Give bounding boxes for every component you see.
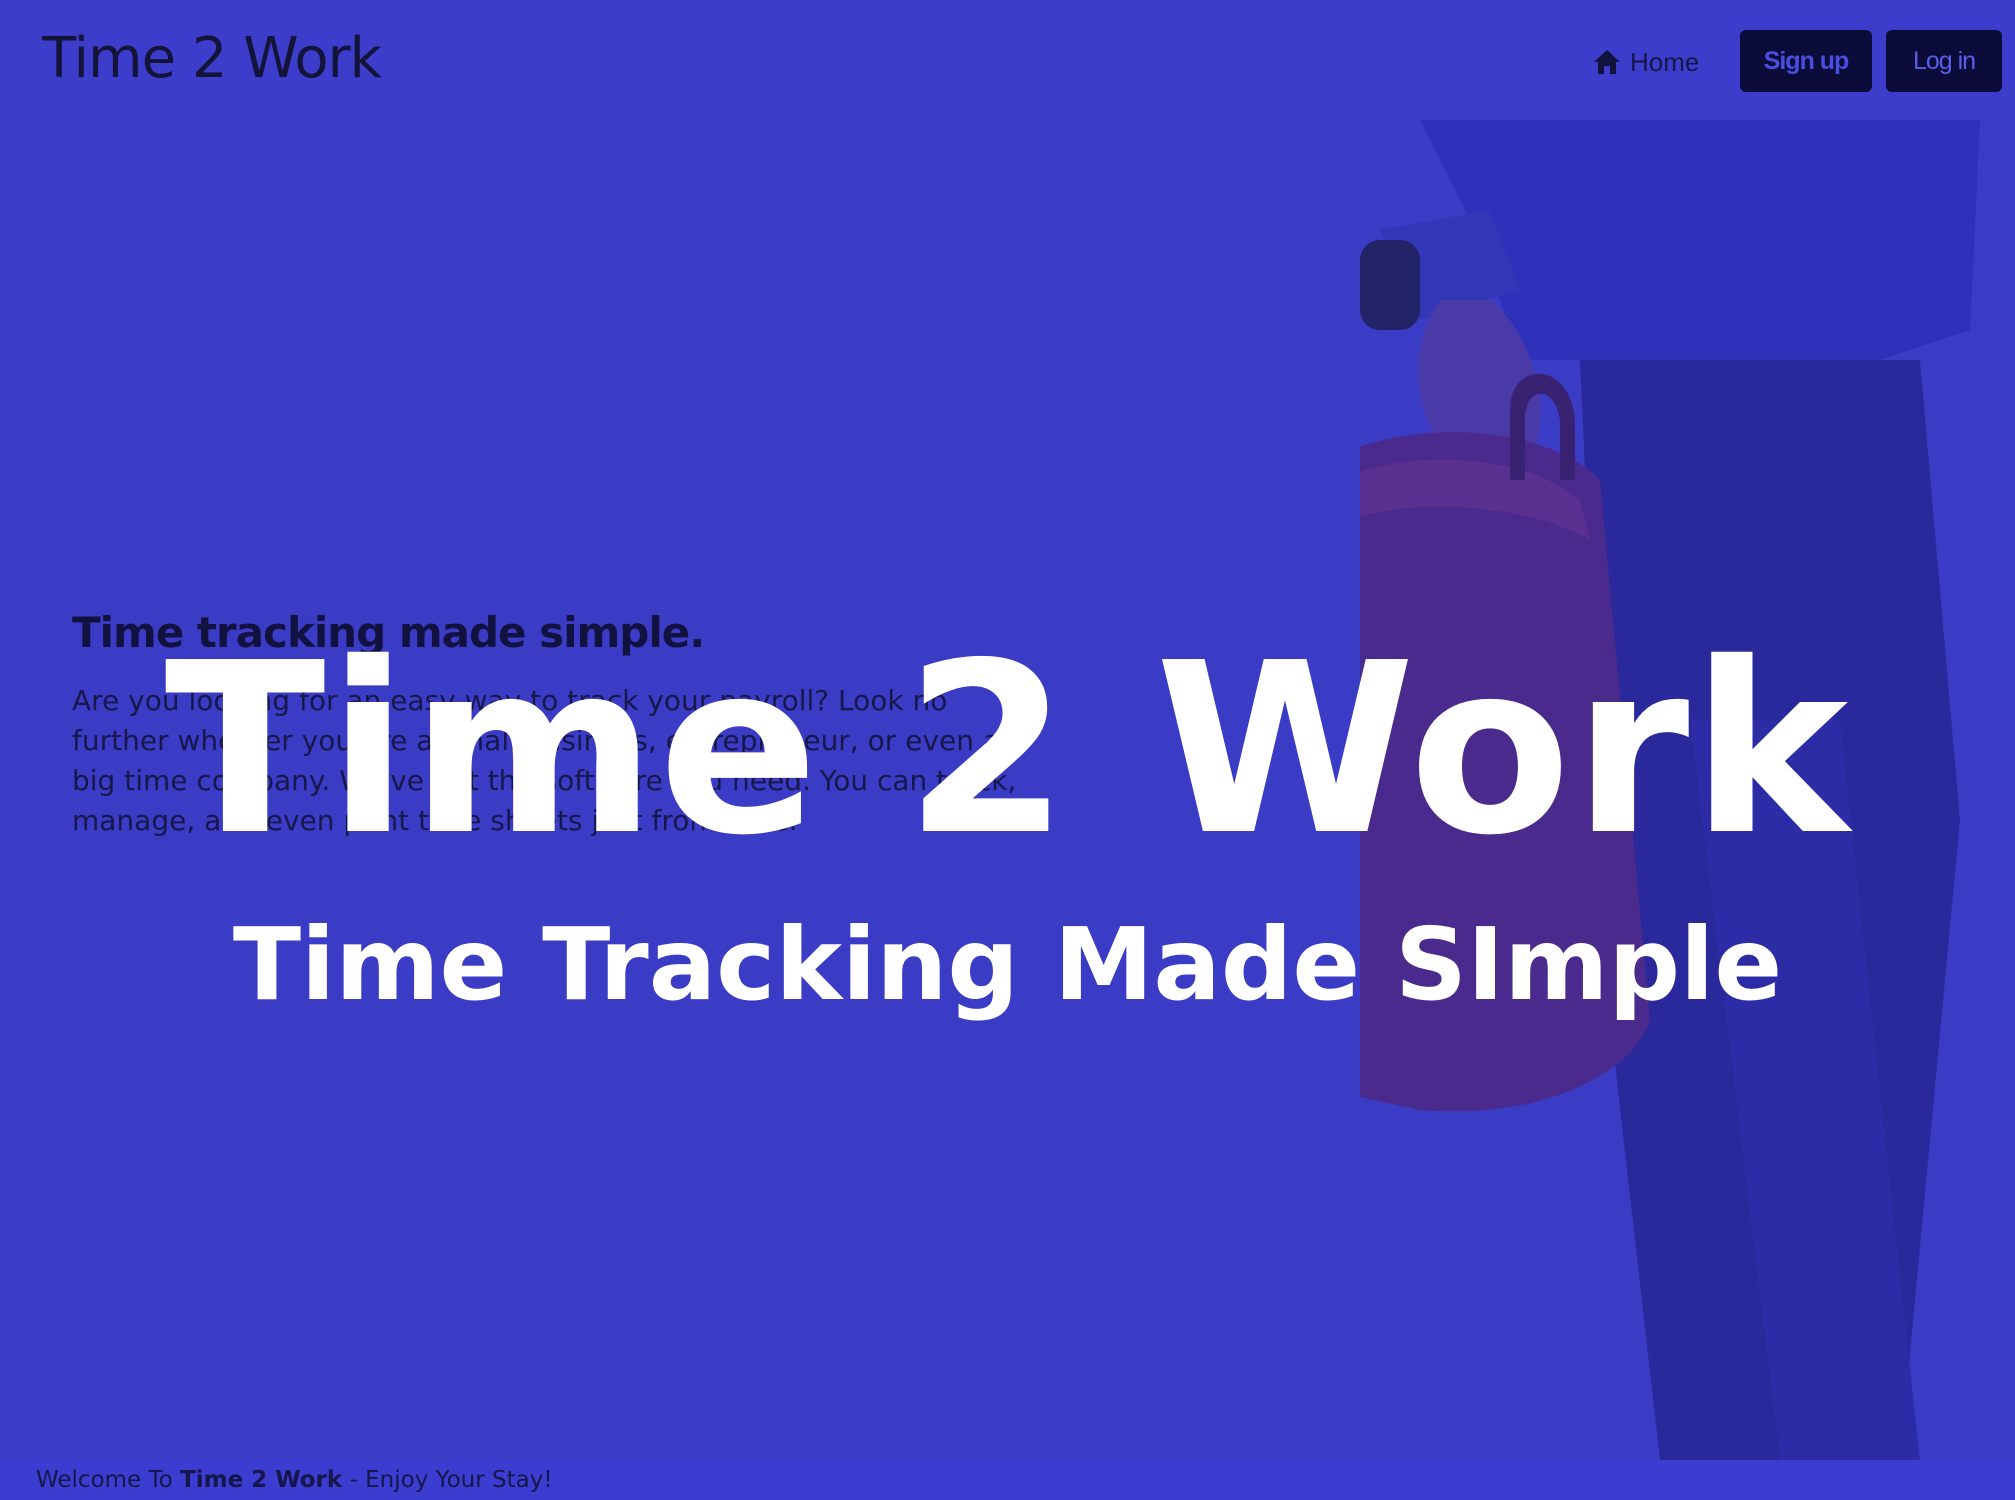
footer-text: Welcome To Time 2 Work - Enjoy Your Stay… [36,1467,553,1493]
footer-suffix: - Enjoy Your Stay! [342,1467,553,1493]
footer-brand: Time 2 Work [180,1467,343,1493]
overlay-title: Time 2 Work [164,612,1851,887]
nav-home-label: Home [1630,46,1700,77]
login-button-label: Log in [1912,46,1976,75]
home-icon [1592,48,1622,76]
login-button[interactable]: Log in [1886,30,2002,92]
brand-title[interactable]: Time 2 Work [42,26,382,91]
top-navbar: Time 2 Work Home Sign up Log in [0,0,2015,120]
signup-button-label: Sign up [1763,46,1850,75]
footer-prefix: Welcome To [36,1467,181,1493]
signup-button[interactable]: Sign up [1740,30,1872,92]
hero-section: Time tracking made simple. Are you looki… [0,120,2015,1460]
nav-home-link[interactable]: Home [1592,44,1699,80]
overlay-subtitle: Time Tracking Made SImple [232,906,1783,1023]
footer-bar: Welcome To Time 2 Work - Enjoy Your Stay… [0,1460,2015,1500]
